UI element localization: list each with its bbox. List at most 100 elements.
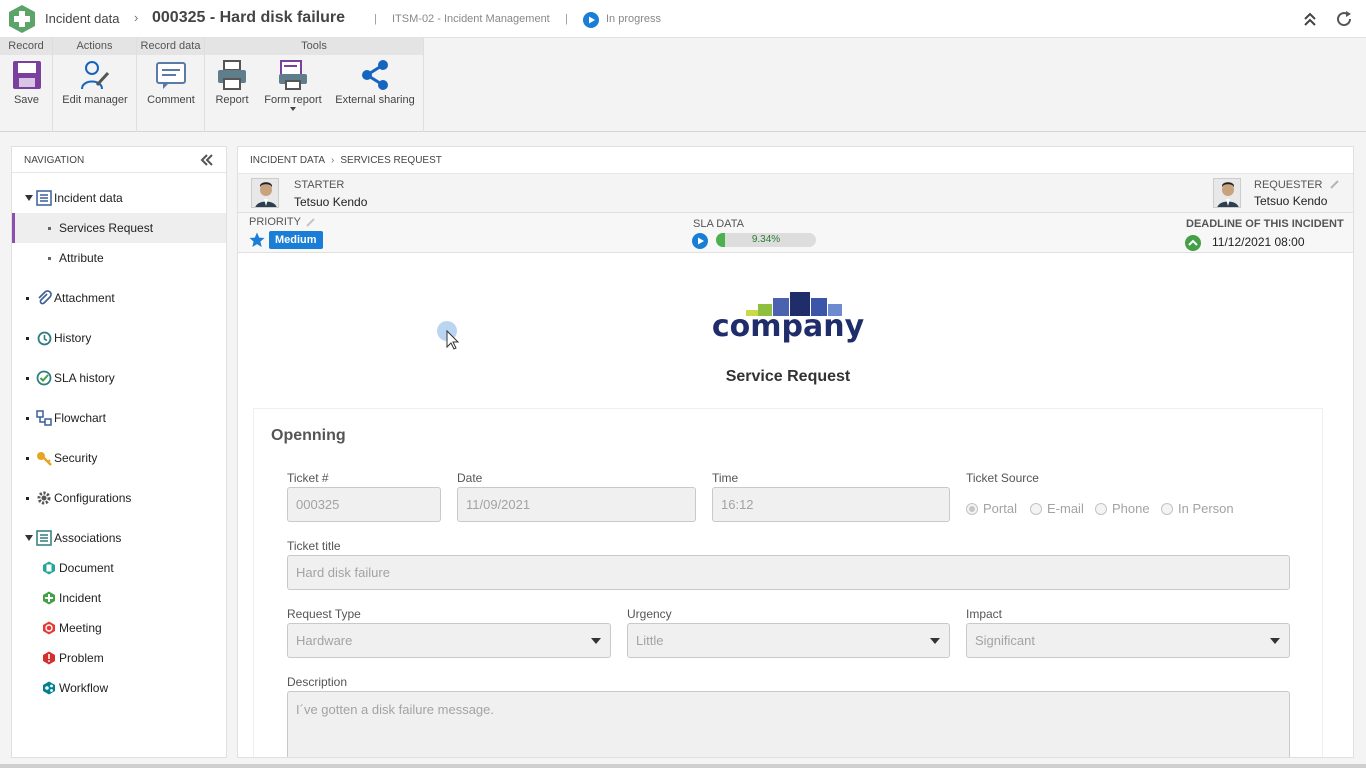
sla-check-icon <box>36 370 52 386</box>
nav-item-services-request[interactable]: Services Request <box>12 213 226 243</box>
title-chevron-icon: › <box>134 10 139 25</box>
nav-item-configurations[interactable]: Configurations <box>12 483 226 513</box>
form-report-label: Form report <box>264 94 322 106</box>
nav-item-problem[interactable]: Problem <box>12 643 226 673</box>
starter-name: Tetsuo Kendo <box>294 195 368 209</box>
nav-item-attribute[interactable]: Attribute <box>12 243 226 273</box>
date-label: Date <box>457 471 483 485</box>
title-divider: | <box>565 13 568 25</box>
nav-label: History <box>54 331 92 345</box>
description-label: Description <box>287 675 348 689</box>
save-button[interactable]: Save <box>0 59 53 106</box>
title-divider: | <box>374 13 377 25</box>
gear-icon <box>37 491 51 505</box>
app-logo-icon <box>9 5 35 33</box>
ribbon-toolbar: Record Save Actions Edit manager Record … <box>0 38 1366 132</box>
nav-label: Attachment <box>54 291 115 305</box>
nav-label: SLA history <box>54 371 115 385</box>
nav-item-incident-data[interactable]: Incident data <box>12 183 226 213</box>
nav-item-meeting[interactable]: Meeting <box>12 613 226 643</box>
requester-avatar <box>1213 178 1241 208</box>
collapse-left-icon[interactable] <box>200 153 214 167</box>
form-list-icon <box>36 190 52 206</box>
request-type-label: Request Type <box>287 607 361 621</box>
nav-item-security[interactable]: Security <box>12 443 226 473</box>
request-type-select[interactable]: Hardware <box>287 623 611 658</box>
collapse-up-icon[interactable] <box>1302 11 1318 27</box>
expand-arrow-icon[interactable] <box>25 535 33 541</box>
edit-pencil-icon[interactable] <box>306 217 316 227</box>
company-logo: company <box>688 282 888 352</box>
workflow-icon <box>43 681 55 695</box>
key-icon <box>37 452 52 466</box>
starter-requester-bar: STARTER Tetsuo Kendo REQUESTER Tetsuo Ke… <box>238 173 1353 213</box>
urgency-select[interactable]: Little <box>627 623 950 658</box>
flowchart-icon <box>36 410 52 426</box>
nav-label: Incident <box>59 591 102 605</box>
edit-pencil-icon[interactable] <box>1330 179 1340 189</box>
bullet <box>26 417 29 420</box>
nav-item-incident[interactable]: Incident <box>12 583 226 613</box>
nav-item-document[interactable]: Document <box>12 553 226 583</box>
external-sharing-button[interactable]: External sharing <box>332 59 418 106</box>
ticket-number-field[interactable]: 000325 <box>287 487 441 522</box>
bullet <box>26 377 29 380</box>
sla-percent: 9.34% <box>751 234 781 245</box>
share-icon <box>362 60 388 90</box>
nav-label: Services Request <box>59 221 154 235</box>
report-button[interactable]: Report <box>210 59 254 106</box>
breadcrumb-services-request: SERVICES REQUEST <box>340 155 442 166</box>
nav-item-flowchart[interactable]: Flowchart <box>12 403 226 433</box>
radio-unselected-icon <box>1095 503 1107 515</box>
deadline-label: DEADLINE OF THIS INCIDENT <box>1186 218 1344 230</box>
expand-arrow-icon[interactable] <box>25 195 33 201</box>
nav-item-attachment[interactable]: Attachment <box>12 283 226 313</box>
impact-label: Impact <box>966 607 1003 621</box>
play-status-icon <box>583 12 599 28</box>
nav-label: Associations <box>54 531 122 545</box>
user-edit-icon <box>81 61 110 90</box>
chevron-down-icon <box>591 638 601 644</box>
ticket-title-field[interactable]: Hard disk failure <box>287 555 1290 590</box>
comment-button[interactable]: Comment <box>137 59 205 106</box>
nav-item-workflow[interactable]: Workflow <box>12 673 226 703</box>
edit-manager-button[interactable]: Edit manager <box>53 59 137 106</box>
incident-icon <box>43 591 55 605</box>
nav-label: Workflow <box>59 681 109 695</box>
form-report-button[interactable]: Form report <box>260 59 326 111</box>
nav-label: Flowchart <box>54 411 107 425</box>
bullet <box>48 227 51 230</box>
nav-label: Security <box>54 451 98 465</box>
breadcrumb-incident-data[interactable]: INCIDENT DATA <box>250 155 325 166</box>
navigation-header: NAVIGATION <box>12 147 226 173</box>
time-field[interactable]: 16:12 <box>712 487 950 522</box>
module-title: Incident data <box>45 11 120 26</box>
nav-label: Attribute <box>59 251 104 265</box>
nav-item-associations[interactable]: Associations <box>12 523 226 553</box>
bullet <box>26 337 29 340</box>
bullet <box>26 457 29 460</box>
radio-unselected-icon <box>1161 503 1173 515</box>
dropdown-caret-icon <box>290 107 296 111</box>
radio-label: E-mail <box>1047 501 1084 516</box>
refresh-icon[interactable] <box>1335 10 1353 28</box>
nav-label: Configurations <box>54 491 132 505</box>
save-label: Save <box>13 94 40 106</box>
breadcrumb: INCIDENT DATA › SERVICES REQUEST <box>250 155 442 166</box>
nav-item-sla-history[interactable]: SLA history <box>12 363 226 393</box>
document-icon <box>43 561 55 575</box>
radio-label: Portal <box>983 501 1017 516</box>
edit-manager-label: Edit manager <box>62 94 128 106</box>
description-field[interactable]: I´ve gotten a disk failure message. <box>287 691 1290 757</box>
paperclip-icon <box>38 290 52 305</box>
impact-select[interactable]: Significant <box>966 623 1290 658</box>
time-label: Time <box>712 471 739 485</box>
impact-value: Significant <box>975 633 1035 648</box>
nav-item-history[interactable]: History <box>12 323 226 353</box>
meeting-icon <box>43 621 55 635</box>
date-field[interactable]: 11/09/2021 <box>457 487 696 522</box>
comment-icon <box>156 62 186 89</box>
priority-sla-bar: PRIORITY Medium SLA DATA 9.34% DEADLINE … <box>238 213 1353 253</box>
starter-avatar <box>251 178 279 208</box>
requester-name: Tetsuo Kendo <box>1254 194 1328 208</box>
